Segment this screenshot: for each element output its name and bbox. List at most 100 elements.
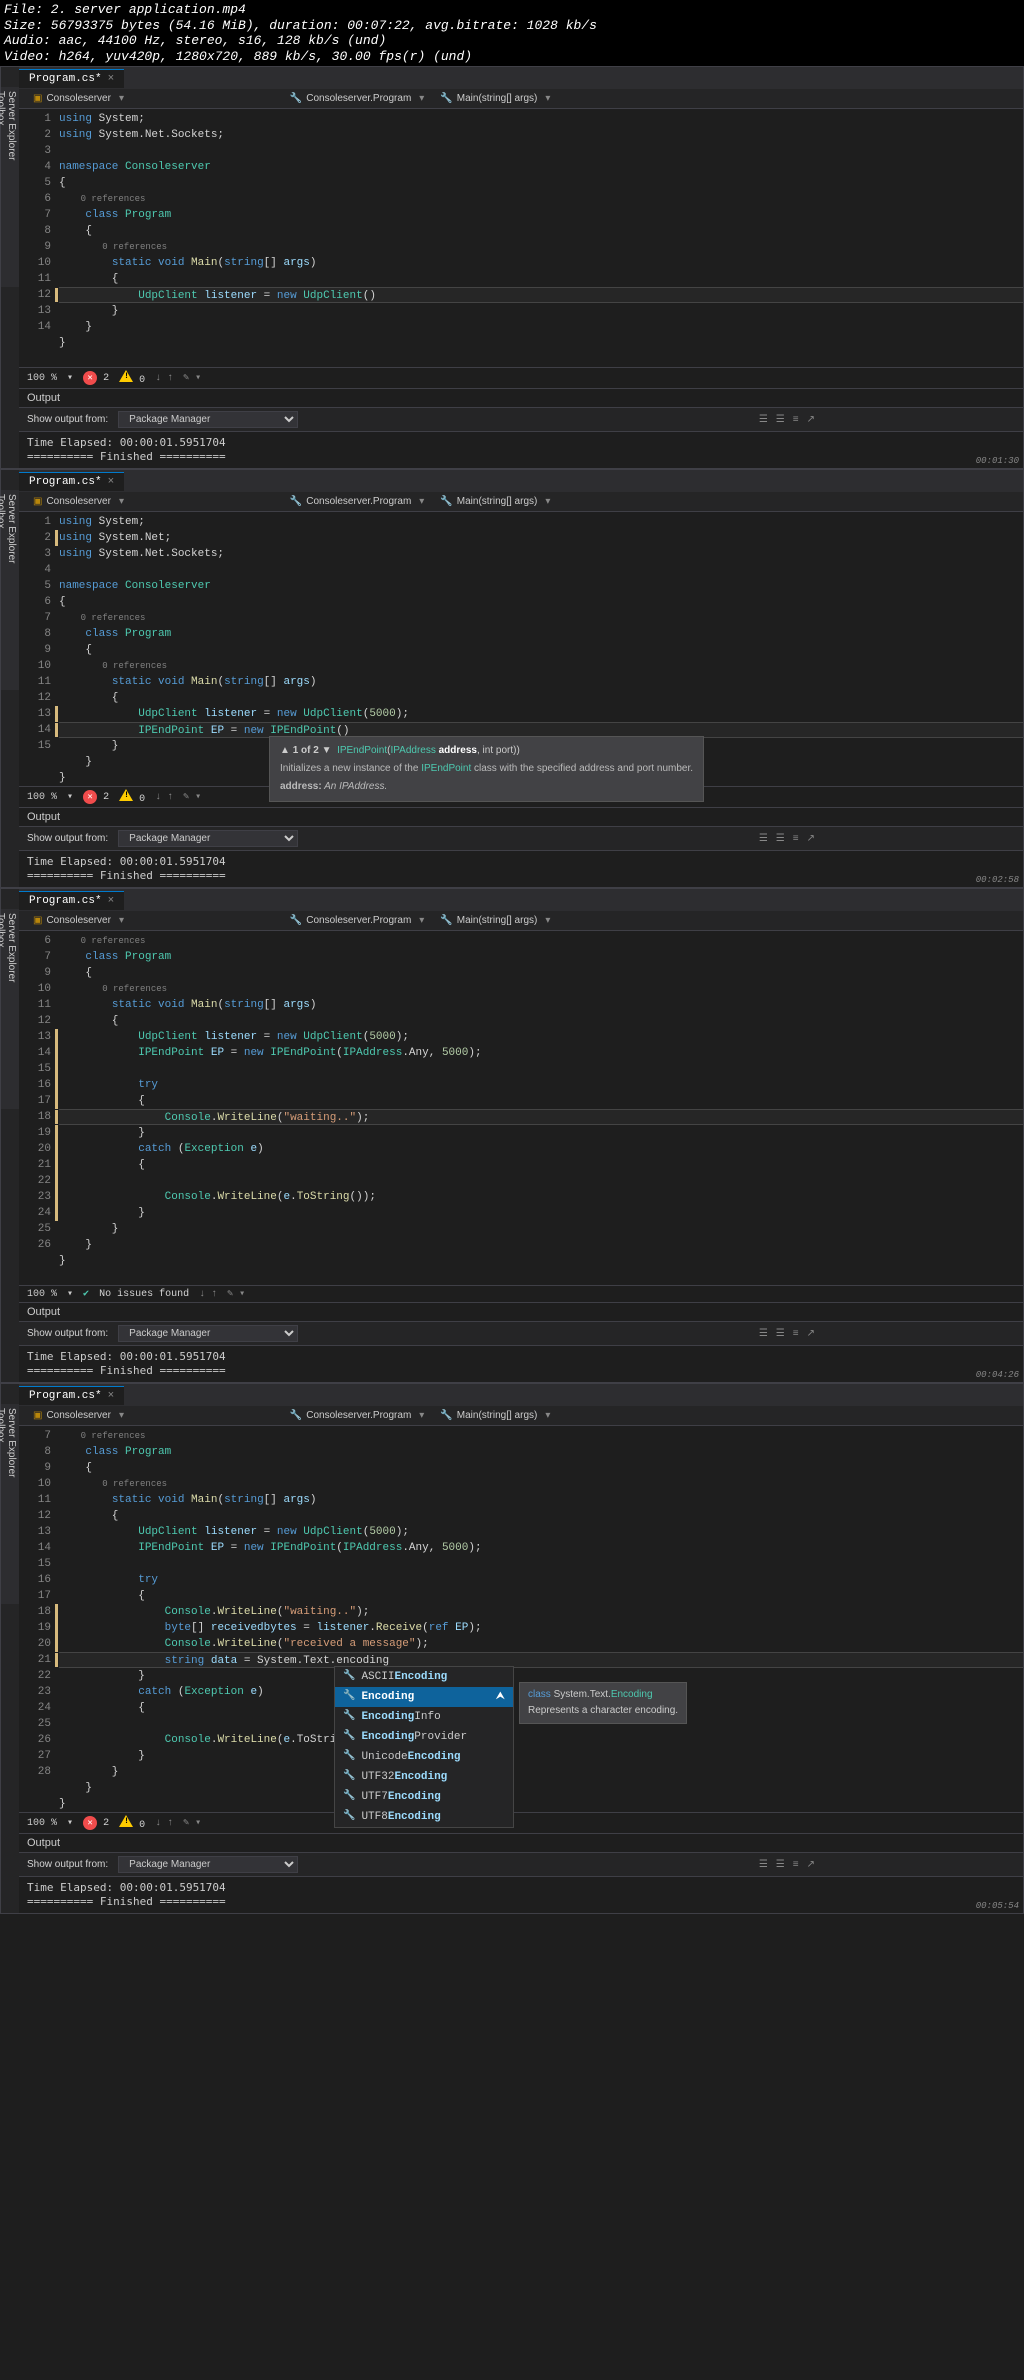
output-source-select[interactable]: Package Manager (118, 830, 298, 847)
output-title: Output (19, 389, 1023, 407)
tab-bar: Program.cs* × (19, 889, 1023, 911)
warnings-badge[interactable]: 0 (119, 1815, 145, 1831)
code-area[interactable]: using System; using System.Net.Sockets; … (59, 109, 1023, 367)
vs-frame-3: Server Explorer Toolbox Program.cs* × ▣C… (0, 888, 1024, 1383)
line-gutter: 67 91011121314151617181920212223242526 (19, 931, 59, 1285)
intellisense-item[interactable]: 🔧EncodingProvider (335, 1727, 513, 1747)
breadcrumb: ▣Consoleserver▾ 🔧Consoleserver.Program▾ … (19, 492, 1023, 512)
intellisense-item[interactable]: 🔧UTF32Encoding (335, 1767, 513, 1787)
media-audio: Audio: aac, 44100 Hz, stereo, s16, 128 k… (4, 33, 1020, 49)
close-icon[interactable]: × (108, 476, 115, 488)
breadcrumb-project[interactable]: ▣Consoleserver▾ (25, 494, 132, 509)
tab-label: Program.cs* (29, 73, 102, 85)
code-editor[interactable]: 123456 78 9101112131415 using System; us… (19, 512, 1023, 786)
zoom-level[interactable]: 100 % (27, 373, 57, 384)
check-icon: ✔ (83, 1288, 89, 1300)
breadcrumb-class[interactable]: 🔧Consoleserver.Program▾ (132, 494, 432, 509)
code-editor[interactable]: 67 91011121314151617181920212223242526 0… (19, 931, 1023, 1285)
breadcrumb: ▣Consoleserver▾ 🔧Consoleserver.Program▾ … (19, 1406, 1023, 1426)
status-bar: 100 % ▾ ✔ No issues found ↓ ↑ ✎ ▾ (19, 1285, 1023, 1302)
vs-frame-1: Server Explorer Toolbox Program.cs* × ▣C… (0, 66, 1024, 469)
output-source-select[interactable]: Package Manager (118, 1856, 298, 1873)
no-issues-label: No issues found (99, 1289, 189, 1300)
intellisense-item-selected[interactable]: 🔧Encoding⮝ (335, 1687, 513, 1707)
line-gutter: 78 9101112131415161718192021222324252627… (19, 1426, 59, 1812)
overload-count: ▲ 1 of 2 ▼ (280, 745, 332, 756)
output-panel: Output Show output from: Package Manager… (19, 1302, 1023, 1382)
sidebar[interactable]: Server Explorer Toolbox (1, 1404, 19, 1604)
sidebar[interactable]: Server Explorer Toolbox (1, 909, 19, 1109)
errors-badge[interactable]: ✕ 2 (83, 371, 109, 385)
sidebar[interactable]: Server Explorer Toolbox (1, 490, 19, 690)
output-body: Time Elapsed: 00:00:01.5951704 =========… (19, 432, 1023, 468)
warnings-badge[interactable]: 0 (119, 370, 145, 386)
wrap-icon[interactable]: ≡ (793, 414, 799, 425)
errors-badge[interactable]: ✕ 2 (83, 1816, 109, 1830)
close-icon[interactable]: × (108, 1390, 115, 1402)
output-source-select[interactable]: Package Manager (118, 1325, 298, 1342)
intellisense-item[interactable]: 🔧ASCIIEncoding (335, 1667, 513, 1687)
tab-bar: Program.cs* × (19, 67, 1023, 89)
project-icon: ▣ (33, 93, 42, 104)
intellisense-item[interactable]: 🔧UnicodeEncoding (335, 1747, 513, 1767)
output-panel: Output Show output from: Package Manager… (19, 388, 1023, 468)
intellisense-item[interactable]: 🔧UTF8Encoding (335, 1807, 513, 1827)
warnings-badge[interactable]: 0 (119, 789, 145, 805)
output-panel: Output Show output from: Package Manager… (19, 807, 1023, 887)
media-video: Video: h264, yuv420p, 1280x720, 889 kb/s… (4, 49, 1020, 65)
breadcrumb-method[interactable]: 🔧Main(string[] args)▾ (432, 91, 1017, 106)
file-tab[interactable]: Program.cs* × (19, 891, 124, 910)
show-output-label: Show output from: (27, 414, 108, 425)
code-area[interactable]: 0 references class Program { 0 reference… (59, 1426, 1023, 1812)
code-editor[interactable]: 12345 67 891011121314 using System; usin… (19, 109, 1023, 367)
warning-icon (119, 370, 133, 382)
vs-frame-4: Server Explorer Toolbox Program.cs* × ▣C… (0, 1383, 1024, 1914)
output-toolbar-icons: ☰ ☰ ≡ ↗ (759, 414, 815, 425)
method-icon: 🔧 (440, 93, 452, 104)
close-icon[interactable]: × (108, 73, 115, 85)
breadcrumb: ▣Consoleserver▾ 🔧Consoleserver.Program▾ … (19, 89, 1023, 109)
file-tab[interactable]: Program.cs* × (19, 69, 124, 88)
timestamp: 00:04:26 (976, 1370, 1019, 1380)
toggle-icon[interactable]: ☰ (776, 414, 785, 425)
timestamp: 00:05:54 (976, 1901, 1019, 1911)
file-tab[interactable]: Program.cs* × (19, 472, 124, 491)
intellisense-popup[interactable]: 🔧ASCIIEncoding 🔧Encoding⮝ 🔧EncodingInfo … (334, 1666, 514, 1828)
media-size: Size: 56793375 bytes (54.16 MiB), durati… (4, 18, 1020, 34)
toolbox-tab[interactable]: Toolbox (0, 91, 6, 273)
media-file: File: 2. server application.mp4 (4, 2, 1020, 18)
clear-icon[interactable]: ☰ (759, 414, 768, 425)
output-panel: Output Show output from: Package Manager… (19, 1833, 1023, 1913)
breadcrumb-project[interactable]: ▣Consoleserver▾ (25, 91, 132, 106)
code-area[interactable]: 0 references class Program { 0 reference… (59, 931, 1023, 1285)
vs-frame-2: Server Explorer Toolbox Program.cs* × ▣C… (0, 469, 1024, 888)
close-icon[interactable]: × (108, 895, 115, 907)
tab-bar: Program.cs* × (19, 470, 1023, 492)
errors-badge[interactable]: ✕ 2 (83, 790, 109, 804)
media-info-header: File: 2. server application.mp4 Size: 56… (0, 0, 1024, 66)
output-source-select[interactable]: Package Manager (118, 411, 298, 428)
timestamp: 00:01:30 (976, 456, 1019, 466)
sidebar[interactable]: Server Explorer Toolbox (1, 87, 19, 287)
code-editor[interactable]: 78 9101112131415161718192021222324252627… (19, 1426, 1023, 1812)
status-bar: 100 % ▾ ✕ 2 0 ↓ ↑ ✎ ▾ (19, 367, 1023, 388)
timestamp: 00:02:58 (976, 875, 1019, 885)
intellisense-item[interactable]: 🔧UTF7Encoding (335, 1787, 513, 1807)
signature-help-tooltip: ▲ 1 of 2 ▼ IPEndPoint(IPAddress address,… (269, 736, 704, 802)
line-gutter: 123456 78 9101112131415 (19, 512, 59, 786)
breadcrumb-method[interactable]: 🔧Main(string[] args)▾ (432, 494, 1017, 509)
error-icon: ✕ (83, 371, 97, 385)
code-area[interactable]: using System; using System.Net; using Sy… (59, 512, 1023, 786)
line-gutter: 12345 67 891011121314 (19, 109, 59, 367)
file-tab[interactable]: Program.cs* × (19, 1386, 124, 1405)
class-icon: 🔧 (290, 93, 302, 104)
tab-bar: Program.cs* × (19, 1384, 1023, 1406)
output-toolbar: Show output from: Package Manager ☰ ☰ ≡ … (19, 407, 1023, 432)
server-explorer-tab[interactable]: Server Explorer (6, 91, 17, 273)
open-icon[interactable]: ↗ (807, 414, 815, 425)
breadcrumb-class[interactable]: 🔧Consoleserver.Program▾ (132, 91, 432, 106)
status-bar: 100 % ▾ ✕ 2 0 ↓ ↑ ✎ ▾ (19, 1812, 1023, 1833)
tooltip-description: Initializes a new instance of the IPEndP… (280, 761, 693, 777)
breadcrumb: ▣Consoleserver▾ 🔧Consoleserver.Program▾ … (19, 911, 1023, 931)
intellisense-item[interactable]: 🔧EncodingInfo (335, 1707, 513, 1727)
